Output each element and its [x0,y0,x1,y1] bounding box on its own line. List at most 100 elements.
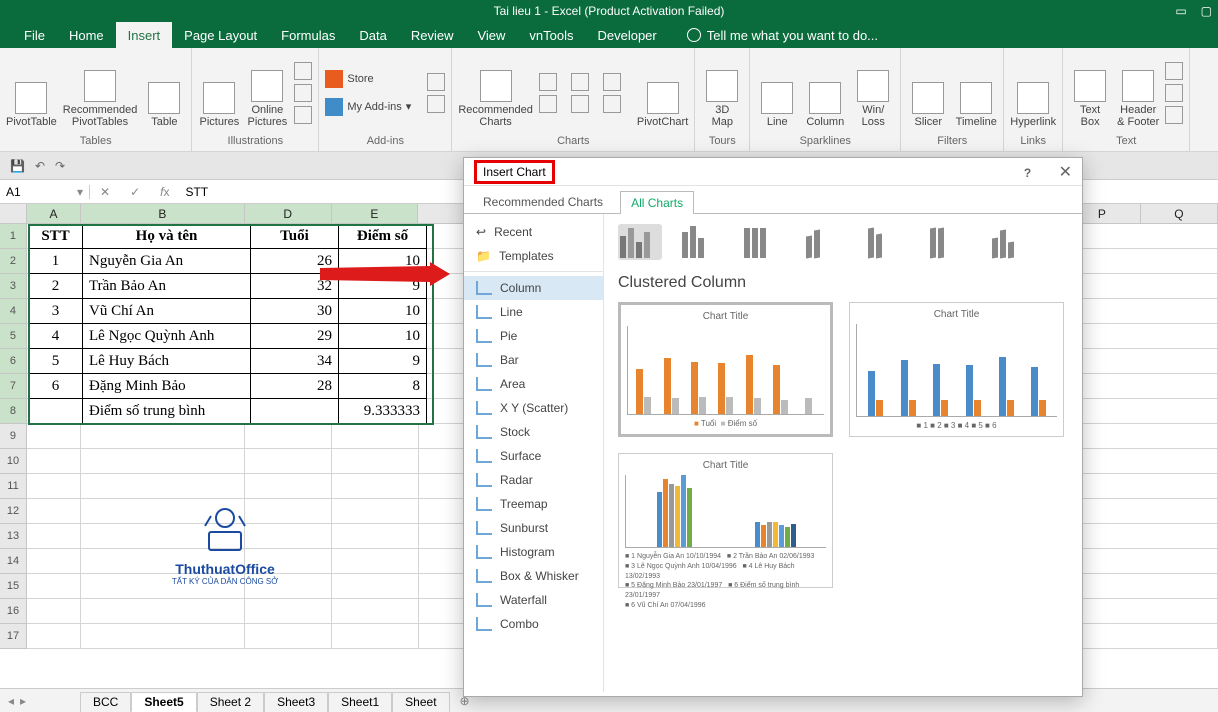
cell[interactable] [245,449,332,474]
enter-icon[interactable]: ✓ [120,185,150,199]
tab-page-layout[interactable]: Page Layout [172,22,269,48]
cell[interactable] [27,574,81,599]
line-chart-icon[interactable] [571,73,589,91]
tab-review[interactable]: Review [399,22,466,48]
tab-view[interactable]: View [465,22,517,48]
redo-icon[interactable]: ↷ [55,159,65,173]
row-hdr-8[interactable]: 8 [0,399,27,424]
tab-vntools[interactable]: vnTools [517,22,585,48]
chart-cat-histogram[interactable]: Histogram [464,540,603,564]
cell[interactable] [81,624,245,649]
sheet-tab-Sheet5[interactable]: Sheet5 [131,692,196,712]
wordart-icon[interactable] [1165,62,1183,80]
fx-icon[interactable]: fx [150,185,179,199]
cell[interactable] [27,599,81,624]
cell[interactable] [245,424,332,449]
screenshot-icon[interactable] [294,106,312,124]
col-hdr-A[interactable]: A [27,204,81,223]
preview-3[interactable]: Chart Title ■ 1 Nguyễn Gia An 10/10/1994… [618,453,833,588]
maximize-icon[interactable]: ▢ [1201,4,1212,18]
cell[interactable] [332,499,419,524]
people-icon[interactable] [427,95,445,113]
sheet-tab-Sheet3[interactable]: Sheet3 [264,692,328,712]
btn-pivottable[interactable]: PivotTable [6,58,57,128]
chart-cat-treemap[interactable]: Treemap [464,492,603,516]
subtype-3d-clustered[interactable] [804,224,848,260]
row-hdr-7[interactable]: 7 [0,374,27,399]
scatter-chart-icon[interactable] [603,95,621,113]
object-icon[interactable] [1165,106,1183,124]
cancel-icon[interactable]: ✕ [90,185,120,199]
cell[interactable] [27,524,81,549]
dlg-tab-recommended[interactable]: Recommended Charts [472,190,614,213]
bing-icon[interactable] [427,73,445,91]
chart-cat-pie[interactable]: Pie [464,324,603,348]
help-icon[interactable]: ? [1024,166,1031,180]
subtype-clustered-column[interactable] [618,224,662,260]
chart-cat-column[interactable]: Column [464,276,603,300]
sheet-nav-first-icon[interactable]: ◂ [8,694,14,708]
row-hdr-17[interactable]: 17 [0,624,27,649]
cell[interactable] [332,624,419,649]
subtype-3d-100[interactable] [928,224,972,260]
row-hdr-12[interactable]: 12 [0,499,27,524]
tab-formulas[interactable]: Formulas [269,22,347,48]
btn-rec-charts[interactable]: Recommended Charts [458,58,533,128]
chart-cat-line[interactable]: Line [464,300,603,324]
cell[interactable] [81,449,245,474]
cell[interactable] [81,424,245,449]
cell[interactable] [332,574,419,599]
sheet-nav-last-icon[interactable]: ▸ [20,694,26,708]
btn-spark-winloss[interactable]: Win/ Loss [852,58,894,128]
minimize-icon[interactable]: ▭ [1175,4,1186,18]
chart-cat-sunburst[interactable]: Sunburst [464,516,603,540]
chart-cat-recent[interactable]: ↩Recent [464,220,603,244]
sheet-tab-Sheet 2[interactable]: Sheet 2 [197,692,264,712]
btn-3d-map[interactable]: 3D Map [701,58,743,128]
col-hdr-E[interactable]: E [332,204,419,223]
col-chart-icon[interactable] [539,73,557,91]
signature-icon[interactable] [1165,84,1183,102]
pie-chart-icon[interactable] [603,73,621,91]
chart-cat-waterfall[interactable]: Waterfall [464,588,603,612]
cell[interactable] [27,474,81,499]
chart-cat-x-y-scatter-[interactable]: X Y (Scatter) [464,396,603,420]
save-icon[interactable]: 💾 [10,159,25,173]
tab-file[interactable]: File [12,22,57,48]
row-hdr-11[interactable]: 11 [0,474,27,499]
btn-slicer[interactable]: Slicer [907,58,949,128]
name-box[interactable]: A1▾ [0,185,90,199]
subtype-100-stacked[interactable] [742,224,786,260]
chart-cat-surface[interactable]: Surface [464,444,603,468]
chart-cat-bar[interactable]: Bar [464,348,603,372]
sheet-tab-BCC[interactable]: BCC [80,692,131,712]
btn-header-footer[interactable]: Header & Footer [1117,58,1159,128]
preview-2[interactable]: Chart Title ■ 1 ■ 2 ■ 3 ■ 4 ■ 5 ■ 6 [849,302,1064,437]
btn-store[interactable]: Store [325,70,411,88]
chart-cat-templates[interactable]: 📁Templates [464,244,603,272]
smartart-icon[interactable] [294,84,312,102]
cell[interactable] [332,449,419,474]
preview-1[interactable]: Chart Title ■ Tuổi ■ Điểm số [618,302,833,437]
chart-cat-radar[interactable]: Radar [464,468,603,492]
row-hdr-16[interactable]: 16 [0,599,27,624]
btn-spark-line[interactable]: Line [756,58,798,128]
btn-pivotchart[interactable]: PivotChart [637,58,688,128]
cell[interactable] [27,449,81,474]
sheet-tab-Sheet1[interactable]: Sheet1 [328,692,392,712]
tab-developer[interactable]: Developer [585,22,668,48]
btn-hyperlink[interactable]: Hyperlink [1010,58,1056,128]
cell[interactable] [245,624,332,649]
col-hdr-B[interactable]: B [81,204,245,223]
btn-table[interactable]: Table [143,58,185,128]
subtype-stacked-column[interactable] [680,224,724,260]
chart-cat-box-whisker[interactable]: Box & Whisker [464,564,603,588]
select-all-corner[interactable] [0,204,27,223]
btn-spark-column[interactable]: Column [804,58,846,128]
row-hdr-9[interactable]: 9 [0,424,27,449]
btn-my-addins[interactable]: My Add-ins ▾ [325,98,411,116]
btn-pictures[interactable]: Pictures [198,58,240,128]
cell[interactable] [332,424,419,449]
row-hdr-10[interactable]: 10 [0,449,27,474]
tell-me[interactable]: Tell me what you want to do... [687,28,878,43]
